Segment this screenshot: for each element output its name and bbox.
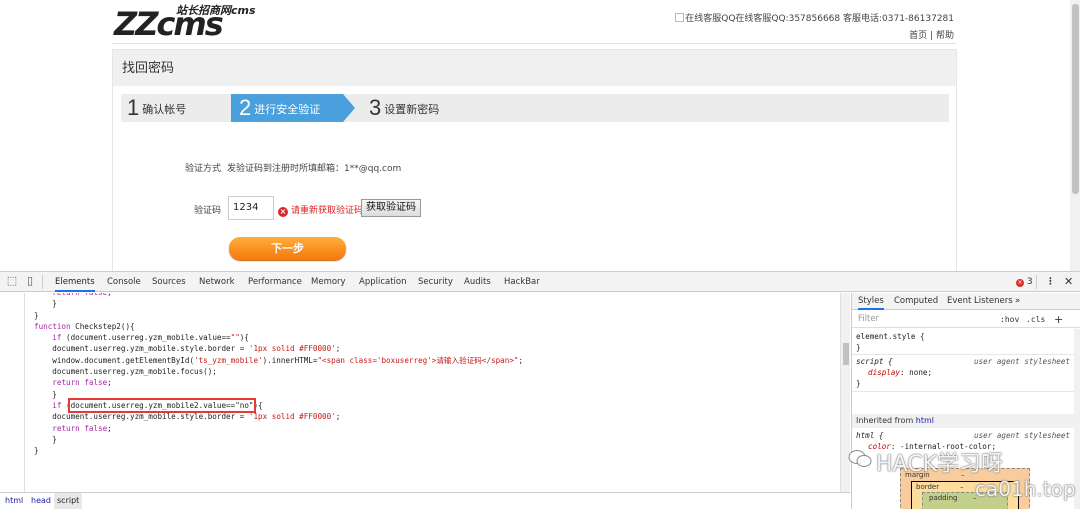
code-label: 验证码 [193, 206, 221, 216]
error-icon: × [1016, 279, 1024, 287]
site-logo[interactable]: ZZcms 站长招商网cms [114, 2, 274, 42]
tab-sources[interactable]: Sources [152, 272, 186, 292]
box-model-padding: padding – [922, 492, 1008, 509]
step-3: 3 设置新密码 [369, 95, 440, 120]
toolbar-separator [1036, 275, 1037, 289]
tab-computed[interactable]: Computed [894, 293, 938, 310]
tab-performance[interactable]: Performance [248, 272, 302, 292]
code-line: if (document.userreg.yzm_mobile2.value==… [52, 397, 263, 413]
code-line: window.document.getElementById('ts_yzm_m… [34, 355, 524, 365]
qq-image-icon [675, 13, 685, 22]
devtools-tabbar: ⬚ ▯ Elements Console Sources Network Per… [0, 272, 1080, 292]
code-line: return false; [52, 423, 112, 433]
more-options-icon[interactable]: ⋮ [1046, 272, 1055, 292]
tab-hackbar[interactable]: HackBar [504, 272, 540, 292]
close-devtools-icon[interactable]: ✕ [1064, 272, 1073, 292]
html-rule: user agent stylesheet html { color: -int… [856, 431, 1070, 462]
tab-network[interactable]: Network [199, 272, 235, 292]
header-links: 在线客服QQ在线客服QQ:357856668 客服电话:0371-8613728… [675, 11, 954, 45]
inherited-from-header: Inherited from html [852, 414, 1074, 428]
code-line: } [34, 310, 39, 320]
tab-application[interactable]: Application [359, 272, 407, 292]
tab-styles[interactable]: Styles [858, 293, 884, 310]
code-line: } [34, 299, 57, 309]
verification-code-input[interactable]: 1234 [228, 196, 274, 220]
device-toolbar-icon[interactable]: ▯ [24, 275, 36, 287]
panel-title: 找回密码 [113, 50, 956, 86]
page-scrollbar[interactable] [1070, 0, 1080, 271]
styles-filter-bar: Filter :hov .cls + [852, 311, 1080, 328]
header-divider [112, 43, 956, 44]
styles-tabbar: Styles Computed Event Listeners » [852, 293, 1080, 310]
step-2-active: 2 进行安全验证 [231, 94, 355, 122]
home-link[interactable]: 首页 [909, 31, 927, 41]
code-line: document.userreg.yzm_mobile.focus(); [34, 367, 217, 377]
highlighted-condition: document.userreg.yzm_mobile2.value=="no" [67, 397, 257, 413]
tab-audits[interactable]: Audits [464, 272, 491, 292]
devtools-panel: ⬚ ▯ Elements Console Sources Network Per… [0, 271, 1080, 509]
error-counter[interactable]: × 3 [1016, 272, 1033, 292]
code-scrollbar[interactable] [840, 293, 850, 492]
script-rule: user agent stylesheet script { display: … [852, 356, 1074, 392]
recover-panel: 找回密码 1 确认帐号 2 进行安全验证 3 设置新密码 验证方式 发验证码到注册时所… [112, 49, 957, 271]
hover-toggle[interactable]: :hov [1000, 311, 1019, 328]
error-message: × 请重新获取验证码 [278, 206, 364, 217]
inspect-element-icon[interactable]: ⬚ [6, 275, 18, 287]
step-indicator: 1 确认帐号 2 进行安全验证 3 设置新密码 [121, 94, 949, 122]
code-gutter [24, 293, 25, 492]
method-value: 发验证码到注册时所填邮箱：1**@qq.com [227, 164, 402, 174]
code-line: function Checkstep2(){ [34, 321, 135, 331]
logo-tagline: 站长招商网cms [176, 4, 256, 17]
crumb-html[interactable]: html [2, 493, 26, 509]
code-line: return false; [52, 378, 112, 388]
code-line: } [34, 434, 57, 444]
step-1: 1 确认帐号 [127, 95, 187, 120]
element-style-rule: element.style { } [852, 331, 1074, 355]
code-line: document.userreg.yzm_mobile.style.border… [34, 344, 341, 354]
method-label: 验证方式 [184, 164, 221, 174]
tab-elements[interactable]: Elements [55, 272, 95, 292]
class-toggle[interactable]: .cls [1026, 311, 1045, 328]
tab-event-listeners[interactable]: Event Listeners [947, 293, 1013, 310]
toolbar-separator [42, 275, 43, 289]
tab-console[interactable]: Console [107, 272, 141, 292]
code-scrollbar-thumb[interactable] [843, 343, 849, 365]
code-line: } [34, 389, 57, 399]
link-separator: | [930, 31, 934, 41]
code-line: } [34, 446, 39, 456]
styles-scrollbar[interactable] [1074, 329, 1080, 509]
crumb-script[interactable]: script [54, 493, 83, 509]
tab-security[interactable]: Security [418, 272, 453, 292]
tab-memory[interactable]: Memory [311, 272, 346, 292]
styles-sidebar: Styles Computed Event Listeners » Filter… [851, 293, 1080, 509]
box-model-border: border – padding – [911, 481, 1019, 509]
crumb-head[interactable]: head [28, 493, 54, 509]
contact-line: 在线客服QQ在线客服QQ:357856668 客服电话:0371-8613728… [685, 14, 954, 24]
new-rule-icon[interactable]: + [1054, 311, 1063, 328]
help-link[interactable]: 帮助 [936, 31, 954, 41]
get-code-button[interactable]: 获取验证码 [361, 199, 421, 217]
next-step-button[interactable]: 下一步 [229, 237, 346, 260]
error-x-circle-icon: × [278, 207, 288, 217]
source-code-pane: return false; }}function Checkstep2(){ i… [0, 293, 850, 492]
box-model-diagram: margin – border – padding – [900, 468, 1030, 509]
page-scrollbar-thumb[interactable] [1072, 4, 1079, 194]
dom-breadcrumb: html head script [0, 492, 850, 509]
styles-filter-input[interactable]: Filter [858, 311, 879, 328]
web-page: ZZcms 站长招商网cms 在线客服QQ在线客服QQ:357856668 客服… [0, 0, 1080, 271]
more-tabs-icon[interactable]: » [1015, 293, 1020, 310]
code-line: document.userreg.yzm_mobile.style.border… [34, 412, 341, 422]
code-line: if (document.userreg.yzm_mobile.value=="… [52, 333, 249, 343]
code-block: return false; }}function Checkstep2(){ i… [34, 293, 523, 456]
